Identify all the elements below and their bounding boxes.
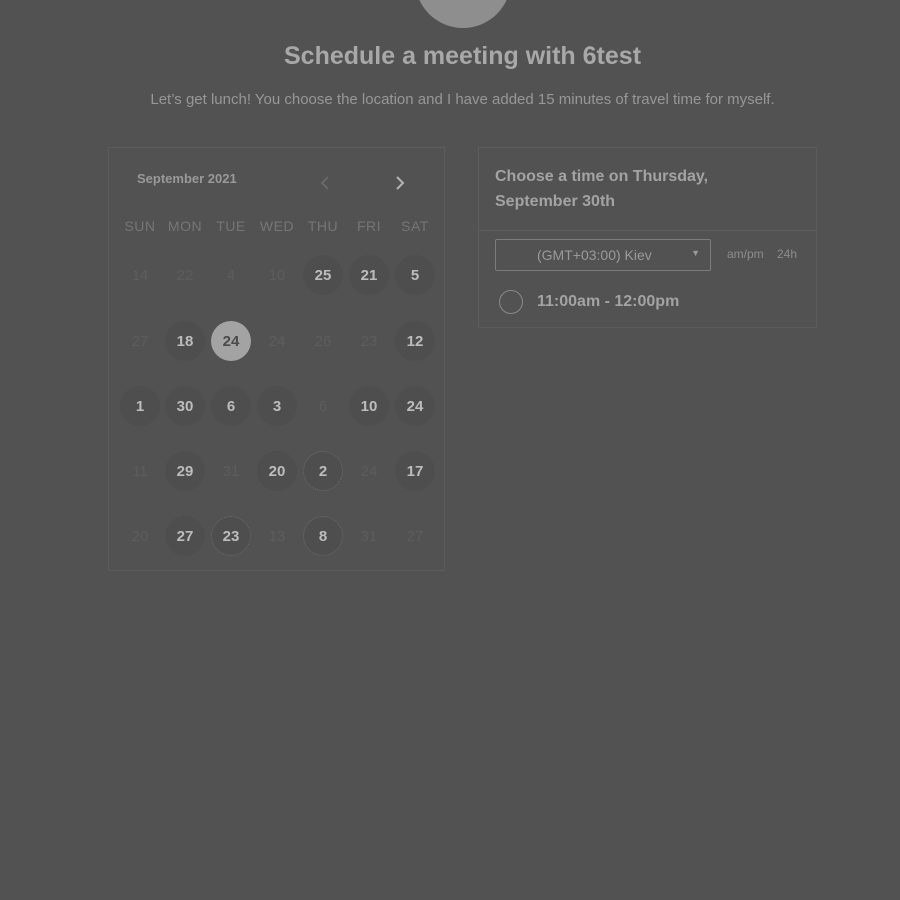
available-day[interactable]: 30: [165, 386, 205, 426]
unavailable-day: 24: [360, 462, 378, 480]
unavailable-day: 31: [222, 462, 240, 480]
available-day[interactable]: 17: [395, 451, 435, 491]
available-day[interactable]: 1: [120, 386, 160, 426]
available-day[interactable]: 27: [165, 516, 205, 556]
weekday-thu: THU: [307, 218, 339, 234]
time-heading: Choose a time on Thursday, September 30t…: [495, 168, 709, 210]
unavailable-day: 27: [406, 527, 424, 545]
time-slot-radio[interactable]: [499, 290, 523, 314]
chevron-left-icon: [320, 176, 329, 190]
time-slot-label[interactable]: 11:00am - 12:00pm: [537, 293, 679, 311]
available-day[interactable]: 3: [257, 386, 297, 426]
unavailable-day: 27: [131, 332, 149, 350]
available-day[interactable]: 25: [303, 255, 343, 295]
available-day[interactable]: 8: [303, 516, 343, 556]
unavailable-day: 6: [318, 397, 328, 415]
available-day[interactable]: 10: [349, 386, 389, 426]
selected-day[interactable]: 24: [211, 321, 251, 361]
time-card-divider: [479, 230, 816, 231]
weekday-mon: MON: [167, 218, 203, 234]
next-month-button[interactable]: [390, 172, 410, 194]
available-day[interactable]: 6: [211, 386, 251, 426]
weekday-sun: SUN: [124, 218, 156, 234]
unavailable-day: 26: [314, 332, 332, 350]
weekday-sat: SAT: [401, 218, 429, 234]
chevron-right-icon: [396, 176, 405, 190]
available-day[interactable]: 12: [395, 321, 435, 361]
page-subtitle: Let’s get lunch! You choose the location…: [150, 91, 775, 108]
unavailable-day: 23: [360, 332, 378, 350]
unavailable-day: 31: [360, 527, 378, 545]
unavailable-day: 24: [268, 332, 286, 350]
caret-down-icon: ▼: [691, 248, 700, 258]
timezone-select[interactable]: (GMT+03:00) Kiev ▼: [495, 239, 711, 271]
weekday-tue: TUE: [216, 218, 246, 234]
timezone-value: (GMT+03:00) Kiev: [537, 247, 652, 263]
available-day[interactable]: 18: [165, 321, 205, 361]
weekday-fri: FRI: [356, 218, 382, 234]
unavailable-day: 22: [176, 266, 194, 284]
unavailable-day: 20: [131, 527, 149, 545]
calendar-month-label: September 2021: [137, 171, 237, 186]
unavailable-day: 13: [268, 527, 286, 545]
available-day[interactable]: 29: [165, 451, 205, 491]
available-day[interactable]: 24: [395, 386, 435, 426]
format-24h-toggle[interactable]: 24h: [777, 247, 797, 261]
page-title: Schedule a meeting with 6test: [283, 42, 642, 70]
weekday-wed: WED: [259, 218, 295, 234]
available-day[interactable]: 2: [303, 451, 343, 491]
available-day[interactable]: 5: [395, 255, 435, 295]
host-avatar: [415, 0, 511, 28]
available-day[interactable]: 20: [257, 451, 297, 491]
format-12h-toggle[interactable]: am/pm: [727, 247, 764, 261]
prev-month-button[interactable]: [315, 172, 335, 194]
unavailable-day: 14: [131, 266, 149, 284]
unavailable-day: 10: [268, 266, 286, 284]
unavailable-day: 4: [226, 266, 236, 284]
available-day[interactable]: 21: [349, 255, 389, 295]
available-day[interactable]: 23: [211, 516, 251, 556]
unavailable-day: 11: [132, 462, 148, 480]
